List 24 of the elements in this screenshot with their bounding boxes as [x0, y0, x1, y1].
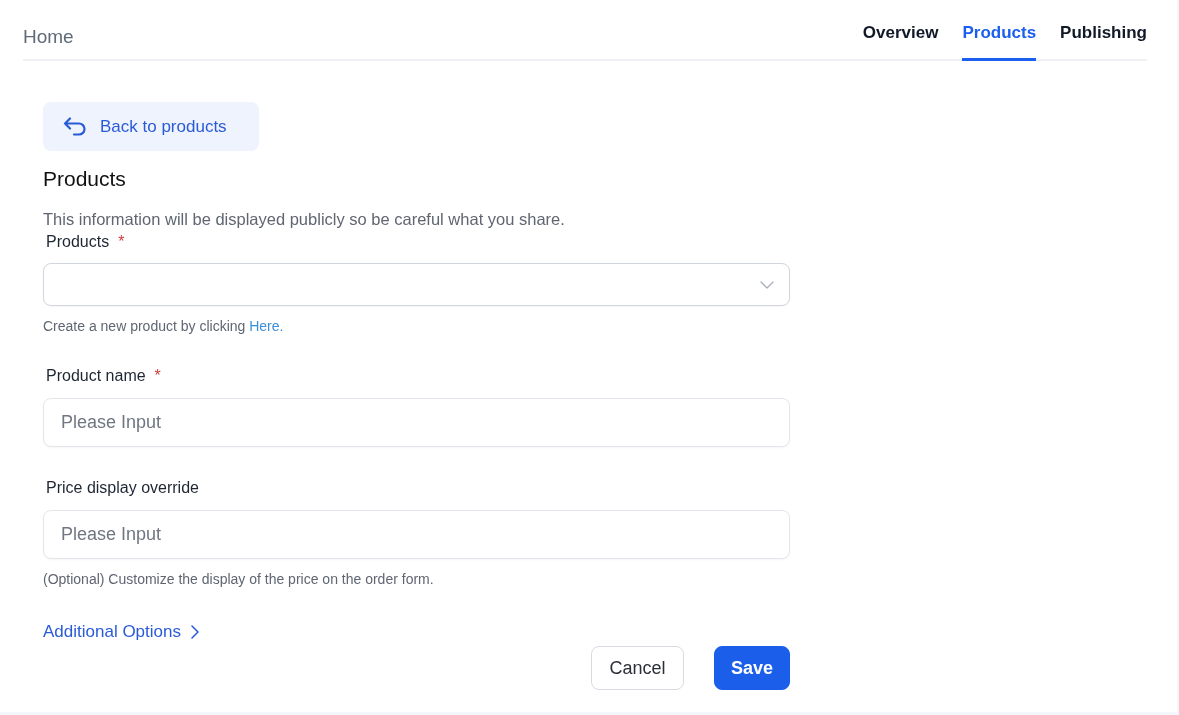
- field-label: Products: [46, 232, 110, 252]
- nav-tab[interactable]: Publishing: [1060, 23, 1147, 61]
- back-button[interactable]: Back to products: [43, 102, 259, 151]
- return-arrow-icon: [63, 116, 87, 137]
- text-input[interactable]: Please Input: [43, 510, 790, 559]
- section-title: Products: [43, 166, 127, 192]
- text-input[interactable]: Please Input: [43, 398, 790, 447]
- field-label: Product name: [46, 366, 146, 386]
- required-asterisk: *: [118, 232, 125, 252]
- additional-options-link[interactable]: Additional Options: [43, 621, 199, 643]
- chevron-down-icon: [760, 280, 774, 289]
- chevron-right-icon: [191, 625, 199, 639]
- nav-tab[interactable]: Overview: [862, 23, 939, 61]
- required-asterisk: *: [154, 366, 161, 386]
- nav-tab[interactable]: Products: [962, 23, 1037, 61]
- field-label: Price display override: [46, 478, 199, 498]
- page-title: Home: [23, 26, 74, 48]
- helper-text: (Optional) Customize the display of the price on the order form.: [43, 570, 435, 588]
- cancel-button[interactable]: Cancel: [591, 646, 684, 690]
- section-description: This information will be displayed publicly so be careful what you share.: [43, 209, 566, 230]
- product-select[interactable]: [43, 263, 790, 306]
- here-link[interactable]: Here.: [249, 318, 284, 334]
- save-button[interactable]: Save: [714, 646, 790, 690]
- helper-text: Create a new product by clicking Here.: [43, 317, 285, 335]
